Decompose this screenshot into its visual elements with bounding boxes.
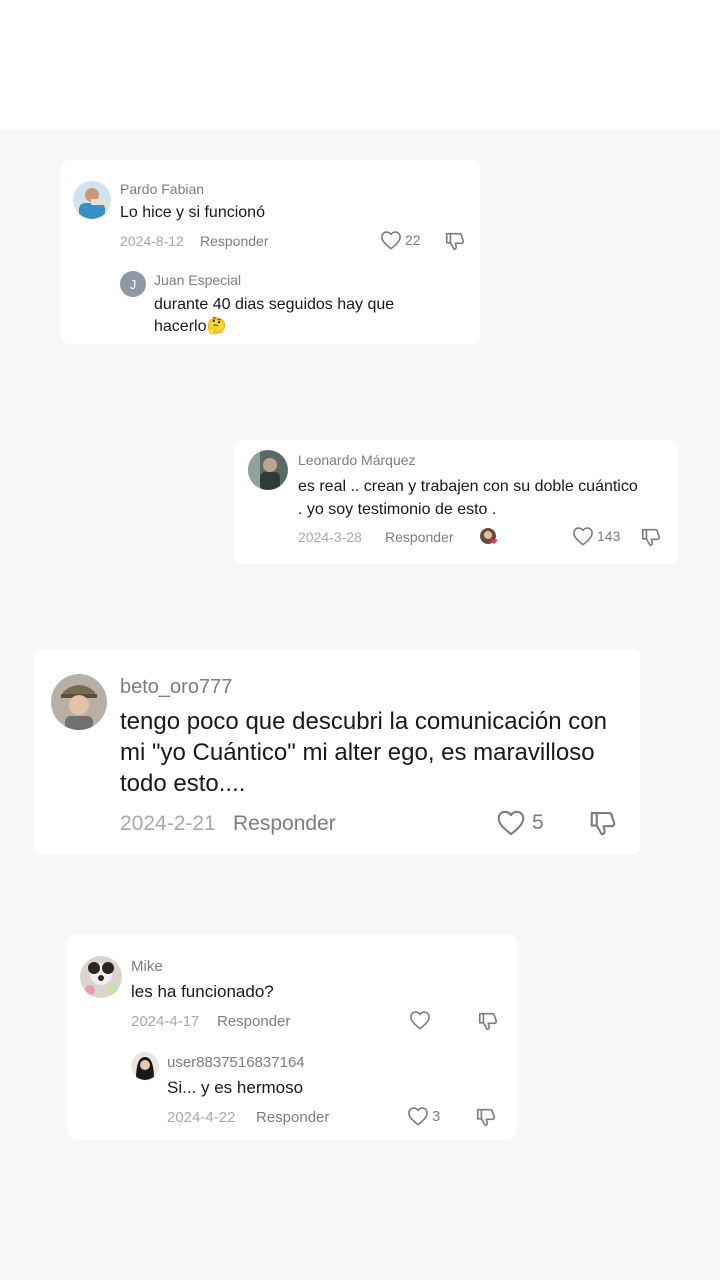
comment-text: Lo hice y si funcionó (120, 204, 265, 221)
comment-date: 2024-3-28 (298, 529, 362, 545)
reply-avatar[interactable]: J (120, 271, 146, 297)
comment-text: tengo poco que descubri la comunicación … (120, 708, 607, 797)
background-top (0, 0, 720, 130)
thumbs-down-icon (475, 1106, 497, 1128)
thumbs-down-icon (477, 1010, 499, 1032)
like-button[interactable]: 143 (572, 526, 620, 546)
reply-button[interactable]: Responder (233, 812, 336, 836)
heart-outline-icon (409, 1010, 431, 1030)
heart-outline-icon (380, 230, 402, 250)
comment-username[interactable]: Mike (131, 958, 163, 975)
heart-outline-icon (572, 526, 594, 546)
comment-text: les ha funcionado? (131, 982, 274, 1001)
reply-text: durante 40 dias seguidos hay que hacerlo… (154, 296, 395, 335)
avatar[interactable] (80, 956, 122, 998)
reply-text: Si... y es hermoso (167, 1078, 304, 1097)
thumbs-down-icon (588, 808, 618, 838)
dislike-button[interactable] (588, 808, 618, 838)
comment-date: 2024-8-12 (120, 233, 184, 249)
like-button[interactable] (409, 1010, 431, 1030)
dislike-button[interactable] (444, 230, 466, 252)
like-button[interactable]: 3 (407, 1106, 440, 1126)
like-button[interactable]: 22 (380, 230, 421, 250)
reply-button[interactable]: Responder (256, 1109, 329, 1126)
comment-text: es real .. crean y trabajen con su doble… (298, 478, 638, 518)
reply-button[interactable]: Responder (217, 1013, 290, 1030)
comment-username[interactable]: Pardo Fabian (120, 181, 204, 197)
dislike-button[interactable] (477, 1010, 499, 1032)
thumbs-down-icon (444, 230, 466, 252)
heart-outline-icon (496, 809, 526, 836)
avatar-letter: J (129, 276, 137, 292)
heart-outline-icon (407, 1106, 429, 1126)
like-count: 143 (597, 528, 621, 544)
comment-date: 2024-2-21 (120, 812, 216, 835)
like-count: 22 (405, 232, 421, 248)
avatar[interactable] (248, 450, 288, 490)
like-count: 5 (532, 810, 544, 834)
reply-username[interactable]: Juan Especial (154, 272, 241, 288)
reply-button[interactable]: Responder (385, 529, 454, 545)
comment-username[interactable]: beto_oro777 (120, 676, 232, 699)
creator-liked-badge (479, 527, 499, 547)
comment-card: beto_oro777 tengo poco que descubri la c… (34, 650, 640, 854)
thumbs-down-icon (640, 526, 662, 548)
reply-username[interactable]: user8837516837164 (167, 1054, 305, 1071)
comment-date: 2024-4-17 (131, 1013, 200, 1030)
reply-button[interactable]: Responder (200, 233, 269, 249)
avatar[interactable] (51, 674, 107, 730)
comment-card: Leonardo Márquez es real .. crean y trab… (234, 440, 678, 564)
like-button[interactable]: 5 (496, 809, 544, 836)
reply-avatar[interactable] (131, 1052, 159, 1080)
comment-username[interactable]: Leonardo Márquez (298, 452, 416, 468)
dislike-button[interactable] (640, 526, 662, 548)
avatar[interactable] (73, 181, 111, 219)
dislike-button[interactable] (475, 1106, 497, 1128)
like-count: 3 (432, 1107, 441, 1125)
comment-card: Mike les ha funcionado? 2024-4-17 Respon… (67, 934, 517, 1140)
comment-card: Pardo Fabian Lo hice y si funcionó 2024-… (60, 160, 480, 344)
reply-date: 2024-4-22 (167, 1109, 236, 1126)
